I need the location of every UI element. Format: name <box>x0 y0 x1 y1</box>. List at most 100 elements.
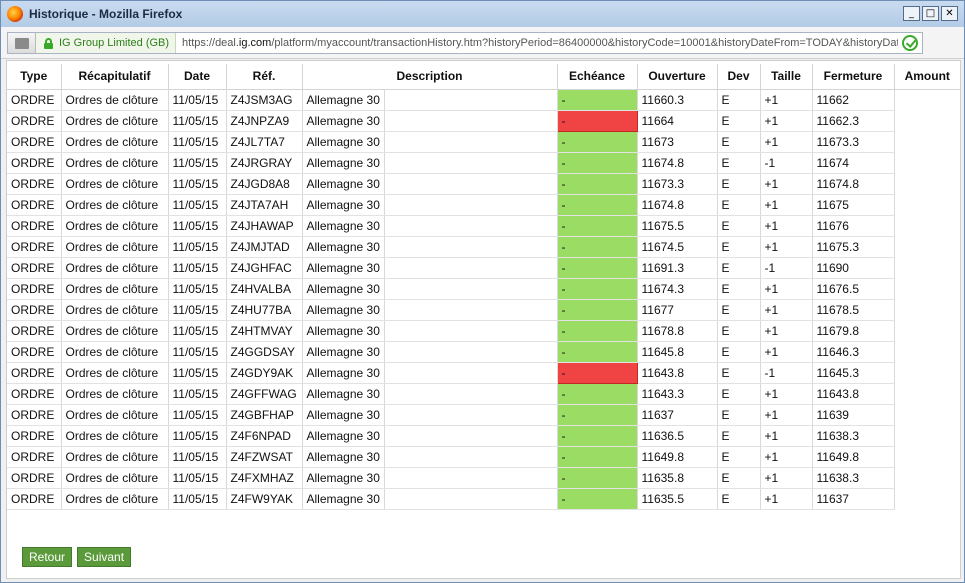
cell-ref: Z4JGD8A8 <box>226 173 303 195</box>
close-button[interactable]: ✕ <box>941 6 958 21</box>
description-text: Allemagne 30 <box>303 278 385 299</box>
cell-amount <box>894 89 960 110</box>
cell-type: ORDRE <box>7 404 62 426</box>
cell-ref: Z4GBFHAP <box>226 404 303 426</box>
header-ref: Réf. <box>226 64 303 90</box>
cell-recap: Ordres de clôture <box>61 320 169 342</box>
cell-ref: Z4F6NPAD <box>226 425 303 447</box>
page-icon <box>14 37 29 49</box>
cell-echeance: - <box>556 257 638 279</box>
description-text: Allemagne 30 <box>303 488 385 509</box>
cell-description: Allemagne 30 <box>302 446 558 468</box>
cell-recap: Ordres de clôture <box>61 488 169 510</box>
cell-fermeture: 11675 <box>812 194 895 216</box>
cell-amount <box>894 320 960 341</box>
cell-recap: Ordres de clôture <box>61 173 169 195</box>
cell-description: Allemagne 30 <box>302 152 558 174</box>
cell-dev: E <box>717 89 761 111</box>
cell-recap: Ordres de clôture <box>61 425 169 447</box>
description-text: Allemagne 30 <box>303 320 385 341</box>
cell-amount <box>894 488 960 509</box>
cell-type: ORDRE <box>7 341 62 363</box>
cell-taille: +1 <box>760 194 813 216</box>
cell-date: 11/05/15 <box>168 425 227 447</box>
minimize-button[interactable]: _ <box>903 6 920 21</box>
back-button[interactable]: Retour <box>22 547 73 567</box>
cell-description: Allemagne 30 <box>302 467 558 489</box>
cell-fermeture: 11649.8 <box>812 446 895 468</box>
cell-fermeture: 11673.3 <box>812 131 895 153</box>
header-dev: Dev <box>717 64 761 90</box>
cell-ouverture: 11635.5 <box>637 488 718 510</box>
table-row: ORDRE Ordres de clôture 11/05/15 Z4HU77BA Al… <box>7 299 960 321</box>
cell-type: ORDRE <box>7 110 62 132</box>
cell-description: Allemagne 30 <box>302 404 558 426</box>
cell-recap: Ordres de clôture <box>61 236 169 258</box>
cell-recap: Ordres de clôture <box>61 152 169 174</box>
browser-window: Historique - Mozilla Firefox _ □ ✕ IG Gr… <box>0 0 965 583</box>
cell-echeance: - <box>556 488 638 510</box>
cell-description: Allemagne 30 <box>302 383 558 405</box>
cell-description: Allemagne 30 <box>302 320 558 342</box>
cell-dev: E <box>717 131 761 153</box>
cell-description: Allemagne 30 <box>302 215 558 237</box>
url-bar[interactable]: IG Group Limited (GB) https://deal.ig.co… <box>7 32 923 54</box>
cell-dev: E <box>717 173 761 195</box>
cell-date: 11/05/15 <box>168 131 227 153</box>
cell-date: 11/05/15 <box>168 236 227 258</box>
cell-taille: +1 <box>760 299 813 321</box>
cell-type: ORDRE <box>7 446 62 468</box>
cell-dev: E <box>717 425 761 447</box>
table-row: ORDRE Ordres de clôture 11/05/15 Z4JL7TA7 Al… <box>7 131 960 153</box>
cell-amount <box>894 173 960 194</box>
cell-amount <box>894 152 960 173</box>
table-row: ORDRE Ordres de clôture 11/05/15 Z4JNPZA9 Al… <box>7 109 960 132</box>
lock-icon <box>44 37 53 49</box>
cell-taille: -1 <box>760 152 813 174</box>
transaction-history-table: Type Récapitulatif Date Réf. Description… <box>7 64 960 510</box>
cell-date: 11/05/15 <box>168 488 227 510</box>
cell-dev: E <box>717 446 761 468</box>
cell-ouverture: 11643.3 <box>637 383 718 405</box>
url-text[interactable]: https://deal.ig.com/platform/myaccount/t… <box>176 37 898 49</box>
table-body: ORDRE Ordres de clôture 11/05/15 Z4JSM3AG Al… <box>7 89 960 510</box>
page-info-button[interactable] <box>8 33 36 53</box>
cell-taille: +1 <box>760 488 813 510</box>
description-text: Allemagne 30 <box>303 131 385 152</box>
cell-fermeture: 11643.8 <box>812 383 895 405</box>
cell-taille: +1 <box>760 320 813 342</box>
cell-dev: E <box>717 467 761 489</box>
cell-ouverture: 11660.3 <box>637 89 718 111</box>
cell-description: Allemagne 30 <box>302 278 558 300</box>
cell-dev: E <box>717 320 761 342</box>
cell-taille: +1 <box>760 446 813 468</box>
header-fermeture: Fermeture <box>812 64 895 90</box>
table-row: ORDRE Ordres de clôture 11/05/15 Z4FW9YAK Al… <box>7 488 960 510</box>
cell-amount <box>894 215 960 236</box>
cell-amount <box>894 446 960 467</box>
cell-recap: Ordres de clôture <box>61 257 169 279</box>
cell-fermeture: 11645.3 <box>812 362 895 384</box>
verified-check-icon[interactable] <box>902 35 918 51</box>
cell-date: 11/05/15 <box>168 341 227 363</box>
cell-ref: Z4GGDSAY <box>226 341 303 363</box>
cell-type: ORDRE <box>7 131 62 153</box>
next-button[interactable]: Suivant <box>77 547 132 567</box>
cell-date: 11/05/15 <box>168 467 227 489</box>
maximize-button[interactable]: □ <box>922 6 939 21</box>
cell-fermeture: 11662.3 <box>812 110 895 132</box>
cell-echeance: - <box>556 320 638 342</box>
cell-echeance: - <box>556 89 638 111</box>
cell-dev: E <box>717 152 761 174</box>
cell-amount <box>894 299 960 320</box>
cell-taille: -1 <box>760 362 813 384</box>
cell-taille: +1 <box>760 404 813 426</box>
cell-amount <box>894 362 960 383</box>
site-identity-button[interactable]: IG Group Limited (GB) <box>36 33 177 53</box>
cell-echeance: - <box>556 361 638 384</box>
cell-ouverture: 11643.8 <box>637 362 718 384</box>
cell-echeance: - <box>556 383 638 405</box>
cell-fermeture: 11674.8 <box>812 173 895 195</box>
header-recap: Récapitulatif <box>61 64 169 90</box>
cell-amount <box>894 131 960 152</box>
